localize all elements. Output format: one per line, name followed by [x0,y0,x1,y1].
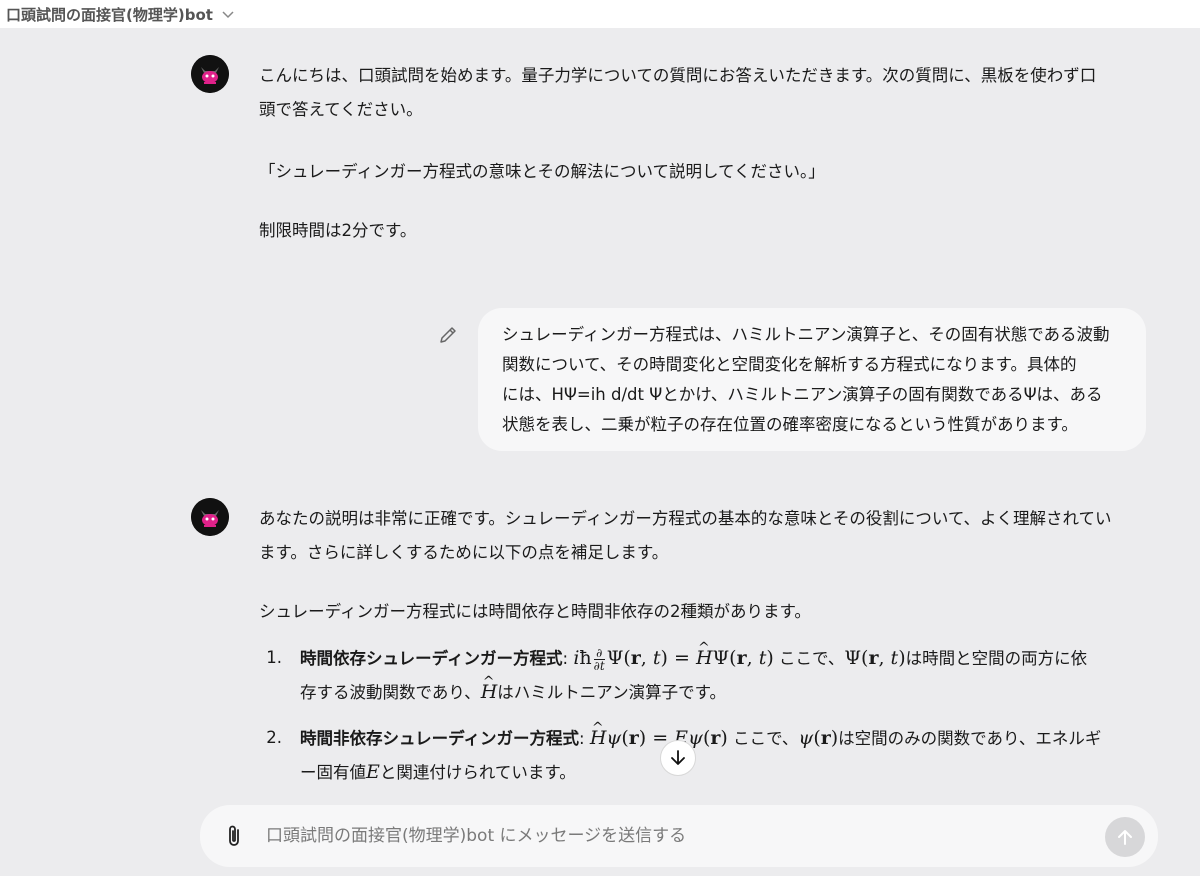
edit-pencil-icon[interactable] [437,324,459,346]
user-message-line4: 状態を表し、二乗が粒子の存在位置の確率密度になるという性質があります。 [502,415,1078,434]
time-dependent-equation: iħ∂∂tΨ(r, t) = HΨ(r, t) [573,631,773,672]
user-message-line2: 関数について、その時間変化と空間変化を解析する方程式になります。具体的 [502,355,1077,374]
message-input[interactable] [266,823,1086,849]
bot-title[interactable]: 口頭試問の面接官(物理学)bot [6,4,213,25]
wave-function-symbol: Ψ(r, t) [844,647,906,669]
list-item-line2-a: 存する波動関数であり、 [300,683,481,702]
bot-message-1-question: 「シュレーディンガー方程式の意味とその解法について説明してください。」 [259,162,825,181]
bot-message-1: こんにちは、口頭試問を始めます。量子力学についての質問にお答えいただきます。次の… [259,59,1149,127]
time-independent-equation: Hψ(r) = Eψ(r) [590,711,728,749]
list-item: 1. 時間依存シュレーディンガー方程式: iħ∂∂tΨ(r, t) = HΨ(r… [262,631,1152,711]
list-item-line2-b: と関連付けられています。 [379,763,576,782]
message-composer [200,805,1158,867]
bot-message-1-line1: こんにちは、口頭試問を始めます。量子力学についての質問にお答えいただきます。次の… [259,66,1097,85]
paperclip-icon[interactable] [222,823,246,849]
list-item-title: 時間非依存シュレーディンガー方程式 [300,729,580,748]
bot-avatar-icon [191,55,229,93]
arrow-down-icon [671,750,685,765]
list-item-text-b: は空間のみの関数であり、エネルギ [838,729,1102,748]
hamiltonian-symbol: H [481,665,498,703]
user-message-line1: シュレーディンガー方程式は、ハミルトニアン演算子と、その固有状態である波動 [502,325,1110,344]
list-item-line2-b: はハミルトニアン演算子です。 [497,683,726,702]
scroll-to-bottom-button[interactable] [660,740,696,776]
bot-message-2-line2: ます。さらに詳しくするために以下の点を補足します。 [259,543,669,562]
bot-message-2: あなたの説明は非常に正確です。シュレーディンガー方程式の基本的な意味とその役割に… [259,502,1149,570]
list-item-title: 時間依存シュレーディンガー方程式 [300,649,563,668]
bot-avatar-icon [191,498,229,536]
bot-message-1-time-limit: 制限時間は2分です。 [259,221,417,240]
send-button[interactable] [1105,817,1145,857]
list-item: 2. 時間非依存シュレーディンガー方程式: Hψ(r) = Eψ(r) ここで、… [262,711,1152,791]
arrow-up-icon [1118,830,1132,845]
list-item-line2-a: ー固有値 [300,763,366,782]
list-item-number: 1. [266,648,282,667]
user-message-line3: には、HΨ=ih d/dt Ψとかけ、ハミルトニアン演算子の固有関数であるΨは、… [502,385,1103,404]
conversation-area[interactable]: こんにちは、口頭試問を始めます。量子力学についての質問にお答えいただきます。次の… [0,28,1200,876]
bot-message-2-line1: あなたの説明は非常に正確です。シュレーディンガー方程式の基本的な意味とその役割に… [259,509,1112,528]
chevron-down-icon[interactable] [221,7,235,21]
list-item-text-b: は時間と空間の両方に依 [905,649,1088,668]
spatial-wave-function-symbol: ψ(r) [798,727,839,749]
list-item-text-a: ここで、 [733,729,799,748]
bot-message-1-line2: 頭で答えてください。 [259,100,423,119]
list-item-text-a: ここで、 [779,649,845,668]
list-item-number: 2. [266,728,282,747]
top-bar: 口頭試問の面接官(物理学)bot [0,0,1200,28]
bot-message-2-intro: シュレーディンガー方程式には時間依存と時間非依存の2種類があります。 [259,602,811,621]
energy-symbol: E [366,761,380,783]
user-message-bubble: シュレーディンガー方程式は、ハミルトニアン演算子と、その固有状態である波動 関数… [478,308,1146,451]
